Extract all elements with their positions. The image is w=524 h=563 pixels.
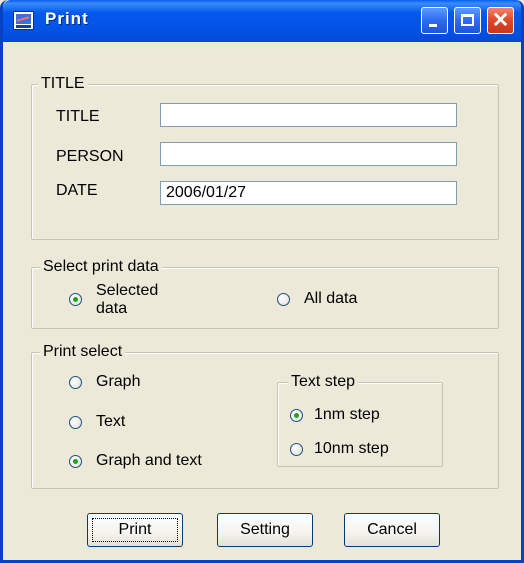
radio-button bbox=[277, 293, 290, 306]
1nm-step-radio[interactable]: 1nm step bbox=[290, 405, 410, 425]
setting-button-label: Setting bbox=[240, 521, 290, 538]
selected-data-label-line1: Selected bbox=[96, 282, 159, 299]
person-input[interactable] bbox=[160, 142, 457, 166]
selected-data-radio[interactable]: Selected data bbox=[69, 282, 209, 322]
radio-button bbox=[290, 409, 303, 422]
radio-button bbox=[69, 293, 82, 306]
1nm-step-label: 1nm step bbox=[314, 406, 380, 423]
print-button[interactable]: Print bbox=[87, 513, 183, 547]
close-button[interactable]: ✕ bbox=[487, 7, 514, 34]
10nm-step-label: 10nm step bbox=[314, 440, 389, 457]
select-print-data-legend: Select print data bbox=[40, 257, 162, 277]
all-data-label: All data bbox=[304, 290, 358, 307]
cancel-button[interactable]: Cancel bbox=[344, 513, 440, 547]
printer-app-icon bbox=[13, 11, 34, 30]
cancel-button-label: Cancel bbox=[367, 521, 417, 538]
title-input[interactable] bbox=[160, 103, 457, 127]
close-icon: ✕ bbox=[491, 9, 510, 32]
graph-and-text-radio[interactable]: Graph and text bbox=[69, 451, 239, 471]
graph-label: Graph bbox=[96, 373, 141, 390]
print-select-legend: Print select bbox=[40, 342, 126, 362]
text-step-legend: Text step bbox=[288, 372, 359, 392]
setting-button[interactable]: Setting bbox=[217, 513, 313, 547]
minimize-icon bbox=[429, 24, 437, 27]
radio-button bbox=[69, 455, 82, 468]
selected-data-label-line2: data bbox=[96, 300, 128, 317]
radio-button bbox=[69, 376, 82, 389]
text-radio[interactable]: Text bbox=[69, 412, 179, 432]
radio-button bbox=[69, 416, 82, 429]
focus-ring bbox=[92, 518, 178, 542]
radio-button bbox=[290, 443, 303, 456]
text-label: Text bbox=[96, 413, 126, 430]
title-label: TITLE bbox=[56, 108, 100, 125]
date-label: DATE bbox=[56, 182, 98, 199]
window-title: Print bbox=[45, 9, 89, 28]
graph-radio[interactable]: Graph bbox=[69, 372, 179, 392]
maximize-button[interactable] bbox=[454, 7, 481, 34]
person-label: PERSON bbox=[56, 148, 124, 165]
graph-and-text-label: Graph and text bbox=[96, 452, 202, 469]
all-data-radio[interactable]: All data bbox=[277, 289, 387, 309]
print-dialog: Print ✕ TITLE TITLE PERSON DATE Select p… bbox=[0, 0, 524, 563]
minimize-button[interactable] bbox=[421, 7, 448, 34]
title-group-legend: TITLE bbox=[38, 74, 88, 94]
title-bar[interactable]: Print ✕ bbox=[3, 0, 521, 42]
date-input[interactable] bbox=[160, 181, 457, 205]
maximize-icon bbox=[461, 14, 474, 26]
10nm-step-radio[interactable]: 10nm step bbox=[290, 439, 420, 459]
